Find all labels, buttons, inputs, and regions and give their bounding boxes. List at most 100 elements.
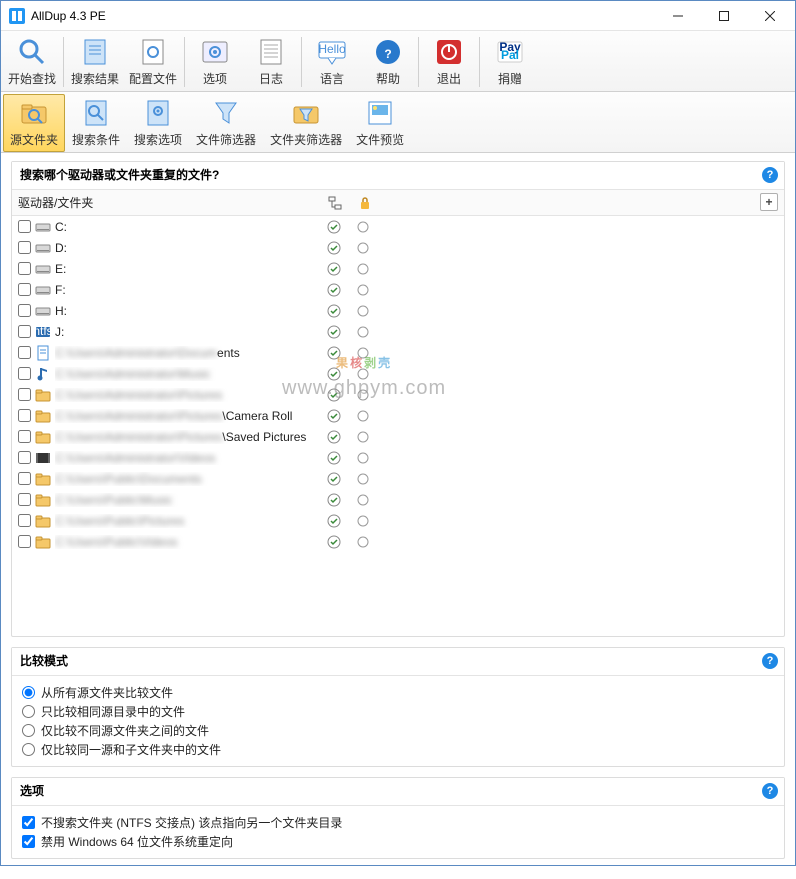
help-icon[interactable]: ? — [762, 783, 778, 799]
row-checkbox[interactable] — [18, 220, 31, 233]
protect-radio[interactable] — [357, 221, 387, 233]
options-button[interactable]: 选项 — [187, 33, 243, 91]
table-row[interactable]: C:\Users\Administrator\Pictures\Saved Pi… — [12, 426, 784, 447]
table-row[interactable]: ntfsJ: — [12, 321, 784, 342]
table-row[interactable]: C: — [12, 216, 784, 237]
protect-radio[interactable] — [357, 347, 387, 359]
table-row[interactable]: D: — [12, 237, 784, 258]
row-checkbox[interactable] — [18, 472, 31, 485]
compare-option[interactable]: 从所有源文件夹比较文件 — [22, 684, 774, 701]
tab-file-filter[interactable]: 文件筛选器 — [189, 94, 263, 152]
include-check[interactable] — [327, 283, 357, 297]
tab-search-criteria[interactable]: 搜索条件 — [65, 94, 127, 152]
protect-radio[interactable] — [357, 536, 387, 548]
help-button[interactable]: ? 帮助 — [360, 33, 416, 91]
include-check[interactable] — [327, 472, 357, 486]
tab-file-preview[interactable]: 文件预览 — [349, 94, 411, 152]
maximize-button[interactable] — [701, 1, 747, 31]
option-item[interactable]: 禁用 Windows 64 位文件系统重定向 — [22, 833, 774, 850]
include-check[interactable] — [327, 514, 357, 528]
row-checkbox[interactable] — [18, 325, 31, 338]
table-row[interactable]: C:\Users\Administrator\Videos — [12, 447, 784, 468]
row-checkbox[interactable] — [18, 430, 31, 443]
include-check[interactable] — [327, 346, 357, 360]
include-check[interactable] — [327, 241, 357, 255]
compare-radio[interactable] — [22, 724, 35, 737]
table-row[interactable]: C:\Users\Administrator\Music — [12, 363, 784, 384]
start-search-button[interactable]: 开始查找 — [3, 33, 61, 91]
include-check[interactable] — [327, 493, 357, 507]
tab-search-options[interactable]: 搜索选项 — [127, 94, 189, 152]
protect-radio[interactable] — [357, 305, 387, 317]
row-checkbox[interactable] — [18, 514, 31, 527]
compare-radio[interactable] — [22, 743, 35, 756]
compare-option[interactable]: 只比较相同源目录中的文件 — [22, 703, 774, 720]
row-checkbox[interactable] — [18, 367, 31, 380]
donate-button[interactable]: PayPal 捐赠 — [482, 33, 538, 91]
compare-radio[interactable] — [22, 686, 35, 699]
close-button[interactable] — [747, 1, 793, 31]
option-checkbox[interactable] — [22, 816, 35, 829]
include-check[interactable] — [327, 451, 357, 465]
language-button[interactable]: Hello 语言 — [304, 33, 360, 91]
help-icon[interactable]: ? — [762, 167, 778, 183]
svg-text:Pal: Pal — [501, 48, 519, 62]
table-row[interactable]: C:\Users\Administrator\Documents — [12, 342, 784, 363]
search-results-button[interactable]: 搜索结果 — [66, 33, 124, 91]
table-row[interactable]: C:\Users\Public\Music — [12, 489, 784, 510]
table-row[interactable]: C:\Users\Administrator\Pictures — [12, 384, 784, 405]
protect-radio[interactable] — [357, 242, 387, 254]
protect-radio[interactable] — [357, 452, 387, 464]
protect-radio[interactable] — [357, 263, 387, 275]
include-check[interactable] — [327, 388, 357, 402]
tab-source-folders[interactable]: 源文件夹 — [3, 94, 65, 152]
protect-radio[interactable] — [357, 515, 387, 527]
include-check[interactable] — [327, 430, 357, 444]
row-checkbox[interactable] — [18, 304, 31, 317]
table-row[interactable]: C:\Users\Public\Documents — [12, 468, 784, 489]
protect-radio[interactable] — [357, 473, 387, 485]
row-checkbox[interactable] — [18, 283, 31, 296]
table-row[interactable]: C:\Users\Public\Videos — [12, 531, 784, 552]
exit-button[interactable]: 退出 — [421, 33, 477, 91]
add-folder-button[interactable]: + — [760, 193, 778, 211]
row-checkbox[interactable] — [18, 346, 31, 359]
protect-radio[interactable] — [357, 494, 387, 506]
table-row[interactable]: C:\Users\Public\Pictures — [12, 510, 784, 531]
include-check[interactable] — [327, 325, 357, 339]
tab-folder-filter[interactable]: 文件夹筛选器 — [263, 94, 349, 152]
include-check[interactable] — [327, 220, 357, 234]
protect-radio[interactable] — [357, 410, 387, 422]
compare-radio[interactable] — [22, 705, 35, 718]
protect-radio[interactable] — [357, 284, 387, 296]
row-checkbox[interactable] — [18, 241, 31, 254]
option-checkbox[interactable] — [22, 835, 35, 848]
source-folders-icon — [18, 97, 50, 129]
log-button[interactable]: 日志 — [243, 33, 299, 91]
include-check[interactable] — [327, 535, 357, 549]
row-checkbox[interactable] — [18, 262, 31, 275]
protect-radio[interactable] — [357, 368, 387, 380]
row-checkbox[interactable] — [18, 388, 31, 401]
table-row[interactable]: E: — [12, 258, 784, 279]
protect-radio[interactable] — [357, 326, 387, 338]
include-check[interactable] — [327, 304, 357, 318]
option-item[interactable]: 不搜索文件夹 (NTFS 交接点) 该点指向另一个文件夹目录 — [22, 814, 774, 831]
protect-radio[interactable] — [357, 431, 387, 443]
row-checkbox[interactable] — [18, 493, 31, 506]
minimize-button[interactable] — [655, 1, 701, 31]
compare-option[interactable]: 仅比较同一源和子文件夹中的文件 — [22, 741, 774, 758]
table-row[interactable]: F: — [12, 279, 784, 300]
include-check[interactable] — [327, 262, 357, 276]
compare-option[interactable]: 仅比较不同源文件夹之间的文件 — [22, 722, 774, 739]
include-check[interactable] — [327, 367, 357, 381]
help-icon[interactable]: ? — [762, 653, 778, 669]
row-checkbox[interactable] — [18, 451, 31, 464]
row-checkbox[interactable] — [18, 409, 31, 422]
config-file-button[interactable]: 配置文件 — [124, 33, 182, 91]
table-row[interactable]: H: — [12, 300, 784, 321]
include-check[interactable] — [327, 409, 357, 423]
row-checkbox[interactable] — [18, 535, 31, 548]
protect-radio[interactable] — [357, 389, 387, 401]
table-row[interactable]: C:\Users\Administrator\Pictures\Camera R… — [12, 405, 784, 426]
